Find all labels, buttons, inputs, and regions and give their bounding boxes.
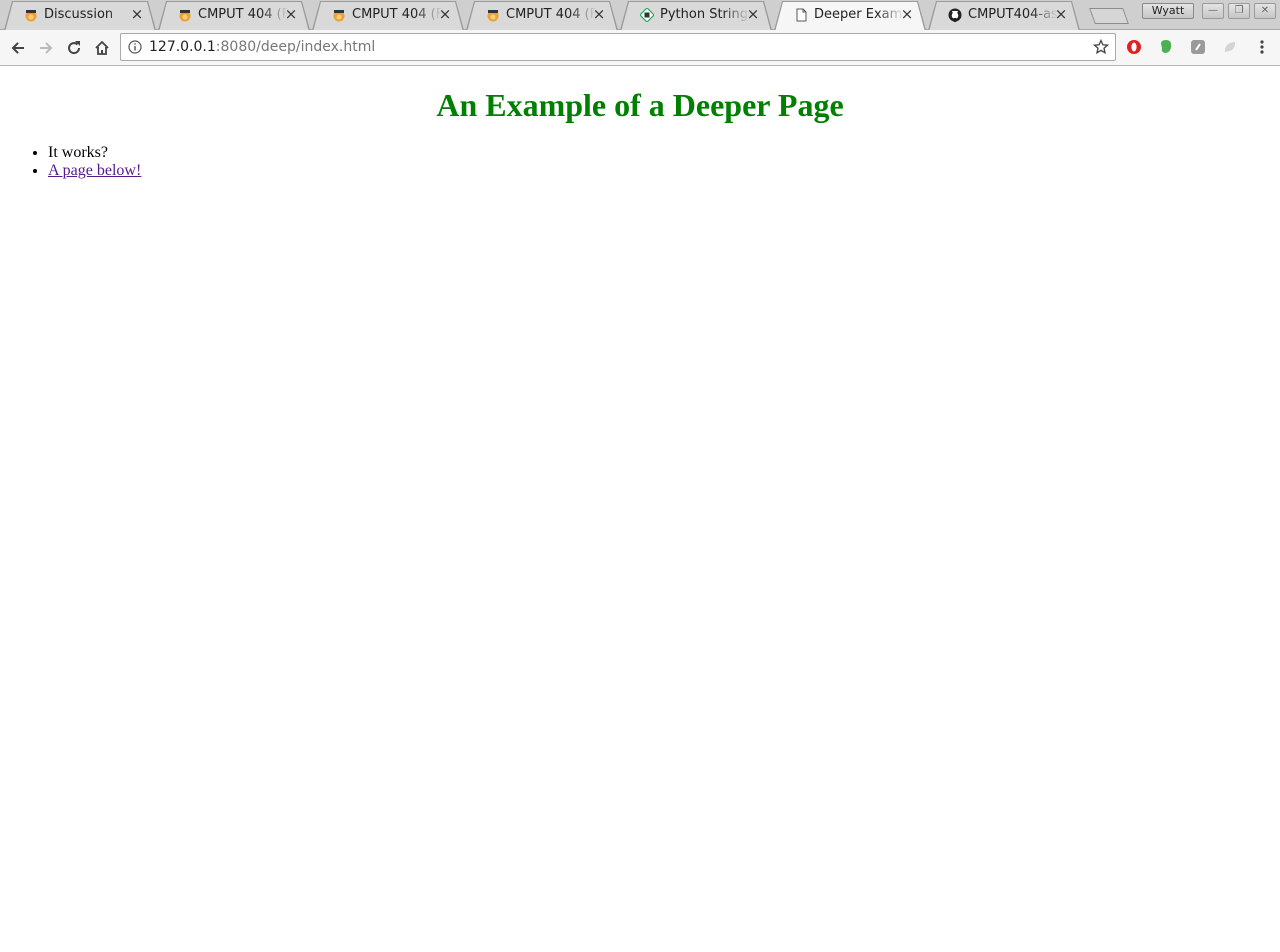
page-icon bbox=[796, 8, 807, 22]
minimize-button[interactable]: — bbox=[1202, 3, 1224, 19]
tab-cmput404-1[interactable]: CMPUT 404 (Fall × bbox=[158, 0, 310, 30]
close-icon[interactable]: × bbox=[592, 7, 606, 22]
home-icon bbox=[95, 40, 109, 55]
close-window-button[interactable]: ✕ bbox=[1254, 3, 1276, 19]
tab-title: CMPUT 404 (Fall bbox=[198, 7, 288, 22]
tab-cmput404-2[interactable]: CMPUT 404 (Fall × bbox=[312, 0, 464, 30]
page-below-link[interactable]: A page below! bbox=[48, 162, 141, 179]
url-text: 127.0.0.1:8080/deep/index.html bbox=[149, 39, 375, 55]
python-icon bbox=[640, 8, 654, 22]
close-icon[interactable]: × bbox=[284, 7, 298, 22]
menu-kebab-icon[interactable] bbox=[1254, 39, 1270, 55]
course-icon bbox=[487, 10, 499, 22]
reload-button[interactable] bbox=[63, 37, 85, 59]
info-icon[interactable] bbox=[128, 40, 142, 54]
tab-deeper-example[interactable]: Deeper Example × bbox=[774, 0, 926, 30]
forward-button[interactable] bbox=[35, 37, 57, 59]
close-icon[interactable]: × bbox=[746, 7, 760, 22]
opera-extension-icon[interactable] bbox=[1126, 39, 1142, 55]
tab-title: Discussion bbox=[44, 7, 114, 22]
new-tab-button[interactable] bbox=[1089, 8, 1129, 24]
address-bar[interactable]: 127.0.0.1:8080/deep/index.html bbox=[120, 33, 1116, 61]
extension-leaf-icon[interactable] bbox=[1222, 39, 1238, 55]
close-icon[interactable]: × bbox=[1054, 7, 1068, 22]
course-icon bbox=[333, 10, 345, 22]
tab-discussion[interactable]: Discussion × bbox=[4, 0, 156, 30]
tab-title: CMPUT404-assignment bbox=[968, 7, 1058, 22]
browser-toolbar: 127.0.0.1:8080/deep/index.html bbox=[0, 30, 1280, 66]
list-item-it-works: It works? bbox=[48, 144, 141, 162]
restore-button[interactable]: ❐ bbox=[1228, 3, 1250, 19]
extension-square-icon[interactable] bbox=[1190, 39, 1206, 55]
page-content: An Example of a Deeper Page It works? A … bbox=[0, 66, 1280, 952]
list-item-page-below: A page below! bbox=[48, 162, 141, 180]
tab-cmput404-3[interactable]: CMPUT 404 (Fall × bbox=[466, 0, 618, 30]
tab-python-string[interactable]: Python String × bbox=[620, 0, 772, 30]
close-icon[interactable]: × bbox=[130, 7, 144, 22]
tab-strip: Discussion × CMPUT 404 (Fall × CMPUT 404… bbox=[0, 0, 1280, 30]
course-icon bbox=[179, 10, 191, 22]
back-arrow-icon bbox=[11, 42, 24, 54]
url-path: :8080/deep/index.html bbox=[215, 39, 376, 55]
back-button[interactable] bbox=[7, 37, 29, 59]
tab-title: Python String bbox=[660, 7, 748, 22]
tab-github-assignment[interactable]: CMPUT404-assignment × bbox=[928, 0, 1080, 30]
tab-title: Deeper Example bbox=[814, 7, 904, 22]
bookmark-star-icon[interactable] bbox=[1093, 39, 1109, 55]
course-icon bbox=[25, 10, 37, 22]
profile-button[interactable]: Wyatt bbox=[1142, 3, 1194, 19]
close-icon[interactable]: × bbox=[900, 7, 914, 22]
evernote-extension-icon[interactable] bbox=[1158, 39, 1174, 55]
close-icon[interactable]: × bbox=[438, 7, 452, 22]
forward-arrow-icon bbox=[40, 42, 53, 54]
home-button[interactable] bbox=[91, 37, 113, 59]
item-list: It works? A page below! bbox=[8, 144, 141, 180]
tab-title: CMPUT 404 (Fall bbox=[352, 7, 442, 22]
url-host: 127.0.0.1 bbox=[149, 39, 216, 55]
reload-icon bbox=[68, 41, 81, 55]
github-icon bbox=[948, 8, 962, 22]
page-heading: An Example of a Deeper Page bbox=[436, 87, 844, 123]
tab-title: CMPUT 404 (Fall bbox=[506, 7, 596, 22]
